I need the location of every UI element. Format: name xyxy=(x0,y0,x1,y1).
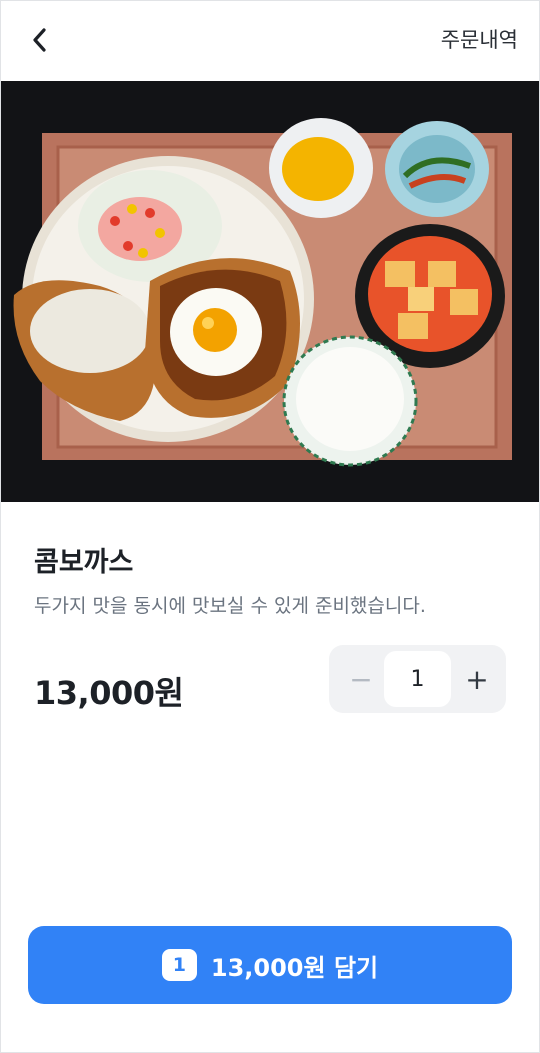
app-header: 주문내역 xyxy=(0,0,540,81)
add-to-cart-label: 13,000원 담기 xyxy=(210,953,379,982)
add-to-cart-button[interactable]: 1 13,000원 담기 xyxy=(28,926,512,1004)
product-name: 콤보까스 xyxy=(34,547,134,578)
product-price: 13,000원 xyxy=(34,674,184,712)
quantity-value: 1 xyxy=(384,651,451,707)
increase-quantity-button[interactable]: + xyxy=(453,655,501,703)
cart-count-badge: 1 xyxy=(161,949,197,981)
product-description: 두가지 맛을 동시에 맛보실 수 있게 준비했습니다. xyxy=(34,595,426,617)
product-image xyxy=(0,81,540,502)
order-history-link[interactable]: 주문내역 xyxy=(441,24,518,54)
quantity-stepper: − 1 + xyxy=(329,645,506,713)
decrease-quantity-button[interactable]: − xyxy=(337,655,385,703)
back-button[interactable] xyxy=(20,20,60,60)
chevron-left-icon xyxy=(33,28,46,52)
